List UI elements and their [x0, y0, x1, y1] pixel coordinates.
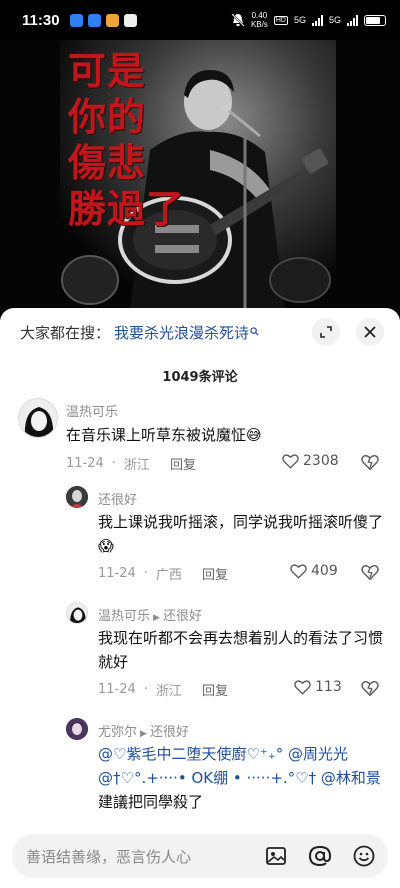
poster-lyrics: 可是 你的 傷悲 勝過了: [68, 48, 186, 231]
avatar[interactable]: [66, 486, 88, 508]
comment-text: 我现在听都不会再去想着别人的看法了习惯就好: [98, 629, 384, 671]
emoji-icon[interactable]: [352, 844, 376, 868]
related-search-bar: 大家都在搜： 我要杀光浪漫杀死诗: [0, 308, 400, 356]
like-button[interactable]: 409: [290, 563, 338, 579]
video-player[interactable]: 可是 你的 傷悲 勝過了: [0, 40, 400, 320]
notification-icons: [69, 13, 137, 27]
comment-text: 我上课说我听摇滚，同学说我听摇滚听傻了😱: [98, 513, 384, 555]
comment-meta: 11-24 · 浙江 回复: [98, 680, 228, 699]
related-search-link[interactable]: 我要杀光浪漫杀死诗: [114, 322, 249, 343]
comment-username: 温热可乐 ▶ 还很好: [98, 609, 202, 624]
comment-meta: 11-24 · 浙江 回复: [66, 454, 196, 473]
app-notification-icon: [105, 13, 119, 27]
comment-username: 尤弥尔 ▶ 还很好: [98, 725, 189, 740]
app-notification-icon: [69, 13, 83, 27]
at-mention-icon[interactable]: [308, 844, 332, 868]
reply-button[interactable]: 回复: [170, 454, 196, 473]
status-time: 11:30: [22, 11, 60, 29]
app-notification-icon: [87, 13, 101, 27]
dislike-icon[interactable]: [361, 679, 379, 697]
comment-count: 1049条评论: [162, 370, 238, 385]
reply-to-user[interactable]: 还很好: [150, 725, 189, 740]
signal-icon: [347, 14, 358, 26]
reply-button[interactable]: 回复: [202, 680, 228, 699]
close-icon: [364, 326, 376, 338]
like-button[interactable]: 2308: [282, 453, 339, 469]
heart-icon: [290, 564, 307, 579]
avatar[interactable]: [18, 398, 58, 438]
expand-icon: [320, 326, 332, 338]
video-frame: 可是 你的 傷悲 勝過了: [60, 40, 336, 310]
comment-date: 11-24: [98, 682, 136, 697]
like-count: 409: [311, 563, 338, 579]
comment-username[interactable]: 还很好: [98, 489, 137, 508]
avatar[interactable]: [66, 602, 88, 624]
heart-icon: [282, 454, 299, 469]
reply-button[interactable]: 回复: [202, 564, 228, 583]
reply-arrow-icon: ▶: [140, 729, 147, 739]
dislike-icon[interactable]: [361, 563, 379, 581]
comment-meta: 11-24 · 广西 回复: [98, 564, 228, 583]
comment-input-placeholder: 善语结善缘，恶言伤人心: [26, 848, 192, 866]
status-indicators: 0.40 KB/s HD 5G 5G: [231, 11, 386, 29]
mention-links[interactable]: @♡紫毛中二堕天使廚♡⁺₊° @周光光 @†♡°.+····• OK绷 • ··…: [98, 745, 381, 787]
comment-input[interactable]: 善语结善缘，恶言伤人心: [12, 834, 388, 878]
related-search-label: 大家都在搜：: [20, 323, 111, 342]
comment-text: 在音乐课上听草东被说魔怔😅: [66, 426, 262, 444]
comment-location: 浙江: [155, 684, 182, 699]
bell-muted-icon: [231, 13, 245, 27]
like-count: 2308: [303, 453, 339, 469]
mail-icon: [123, 13, 137, 27]
reply-to-user[interactable]: 还很好: [163, 609, 202, 624]
comment-text-tail: 建議把同學殺了: [98, 793, 204, 811]
battery-icon: [364, 14, 386, 26]
comment-username[interactable]: 温热可乐: [66, 401, 118, 420]
expand-button[interactable]: [312, 318, 340, 346]
image-icon[interactable]: [264, 844, 288, 868]
heart-icon: [294, 680, 311, 695]
signal-icon: [311, 14, 323, 26]
signal-label: 5G: [328, 15, 341, 25]
comment-location: 广西: [155, 568, 182, 583]
search-icon[interactable]: [250, 326, 259, 339]
dislike-icon[interactable]: [361, 453, 379, 471]
status-bar: 11:30 0.40 KB/s HD 5G 5G: [0, 0, 400, 40]
signal-label: 5G: [293, 15, 306, 25]
comment-date: 11-24: [98, 566, 136, 581]
reply-arrow-icon: ▶: [153, 613, 160, 623]
comment-location: 浙江: [123, 458, 150, 473]
hd-badge: HD: [273, 15, 288, 25]
close-button[interactable]: [356, 318, 384, 346]
comment-input-bar: 善语结善缘，恶言伤人心: [0, 826, 400, 888]
like-count: 113: [315, 679, 342, 695]
comment-date: 11-24: [66, 456, 104, 471]
like-button[interactable]: 113: [294, 679, 342, 695]
avatar[interactable]: [66, 718, 88, 740]
net-speed: 0.40 KB/s: [250, 11, 268, 29]
comment-text: @♡紫毛中二堕天使廚♡⁺₊° @周光光 @†♡°.+····• OK绷 • ··…: [98, 742, 388, 814]
